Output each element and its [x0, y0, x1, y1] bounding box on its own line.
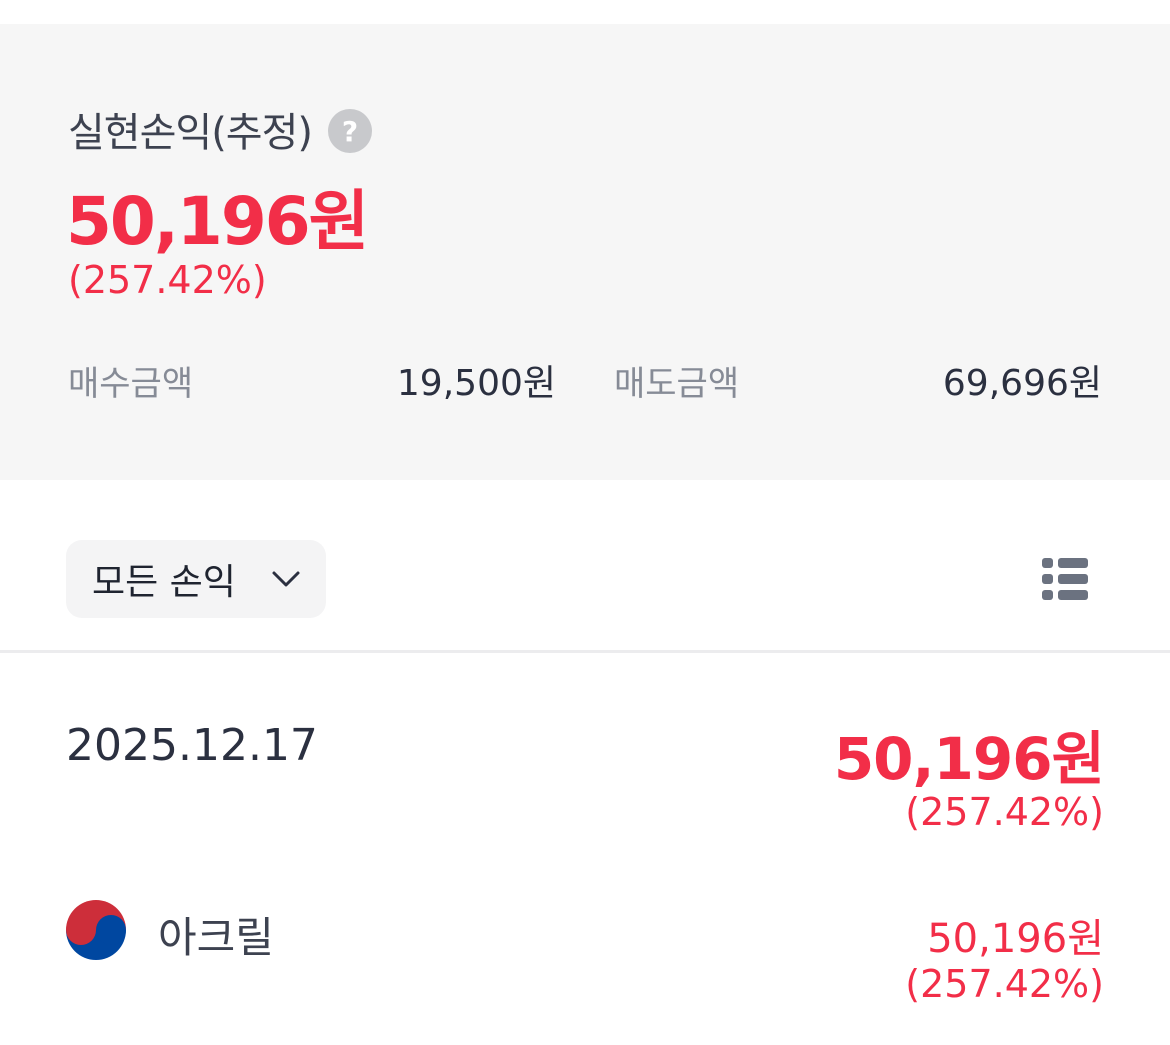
summary-title: 실현손익(추정) [68, 110, 313, 156]
group-profit-amount: 50,196원 [833, 725, 1105, 793]
korea-flag-icon [66, 900, 126, 960]
summary-title-row: 실현손익(추정) ? [68, 100, 373, 158]
sell-amount-value: 69,696원 [942, 363, 1102, 404]
sell-amount-label: 매도금액 [614, 364, 740, 404]
stock-profit-rate: (257.42%) [905, 962, 1104, 1006]
buy-amount-label: 매수금액 [68, 364, 194, 404]
section-divider [0, 650, 1170, 653]
stock-profit-amount: 50,196원 [927, 916, 1104, 962]
group-profit-rate: (257.42%) [905, 790, 1104, 834]
group-date: 2025.12.17 [66, 720, 318, 771]
list-view-icon[interactable] [1040, 556, 1090, 602]
total-profit-amount: 50,196원 [66, 183, 369, 260]
stock-name: 아크릴 [158, 913, 274, 962]
chevron-down-icon [272, 571, 300, 587]
profit-filter-dropdown[interactable]: 모든 손익 [66, 540, 326, 618]
profit-filter-label: 모든 손익 [92, 562, 236, 603]
help-icon[interactable]: ? [328, 109, 373, 153]
total-profit-rate: (257.42%) [68, 258, 267, 302]
buy-amount-value: 19,500원 [396, 363, 556, 404]
